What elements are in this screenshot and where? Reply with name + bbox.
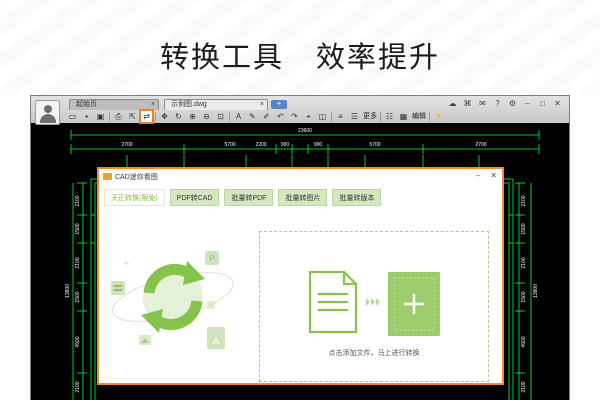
chat-icon[interactable]: ✉ — [477, 99, 488, 109]
headline-left: 转换工具 — [159, 40, 284, 74]
arrow-right-icon — [366, 298, 380, 306]
pdf-badge-icon: P — [205, 251, 219, 265]
window-controls: ☁ ⌘ ✉ ? ⚙ – □ ✕ — [447, 99, 563, 109]
app-logo-icon — [103, 173, 112, 180]
stack-icon[interactable]: ☷ — [384, 111, 395, 122]
right-dimension-label: 2100 — [521, 381, 527, 392]
left-dimension-label: 1500 — [75, 223, 81, 234]
dimension-label: 5700 — [224, 142, 235, 148]
text-icon[interactable]: A — [233, 111, 244, 122]
edit-label[interactable]: 编辑 — [412, 111, 426, 122]
print-icon[interactable]: ⎙ — [113, 111, 124, 122]
close-icon[interactable]: × — [151, 101, 155, 109]
right-overall-label: 13800 — [533, 284, 539, 298]
left-dimension-label: 2100 — [75, 257, 81, 268]
open-folder-icon[interactable]: ▭ — [67, 111, 78, 122]
share-icon[interactable]: ⌘ — [462, 99, 473, 109]
file-badge-icon — [111, 281, 125, 295]
right-dimension-label: 2100 — [521, 195, 527, 206]
tab-batch-version[interactable]: 批量转版本 — [332, 189, 382, 206]
rotate-icon[interactable]: ↻ — [173, 111, 184, 122]
left-dimension-label: 2100 — [75, 381, 81, 392]
convert-tool-icon[interactable]: ⇄ — [139, 109, 154, 124]
zoom-in-icon[interactable]: ⊕ — [187, 111, 198, 122]
zoom-window-icon[interactable]: ⊡ — [215, 111, 226, 122]
square-sparkle-icon — [207, 301, 215, 309]
right-dimension-label: 2100 — [521, 257, 527, 268]
drop-zone-hint: 点击添加文件，马上进行转换 — [328, 350, 420, 357]
document-icon — [308, 270, 358, 334]
image-badge-icon — [139, 335, 151, 345]
convert-illustration: P A + — [111, 251, 234, 349]
new-tab-button[interactable]: + — [271, 100, 287, 109]
edit-icon[interactable]: ▦ — [398, 111, 409, 122]
tab-batch-to-pdf[interactable]: 批量转PDF — [224, 189, 274, 206]
save-as-icon[interactable]: ▣ — [95, 111, 106, 122]
filter-icon[interactable]: Y — [433, 111, 444, 122]
dimension-label: 5700 — [369, 142, 380, 148]
svg-text:P: P — [209, 254, 214, 263]
tab-pdf-to-cad[interactable]: PDF转CAD — [169, 189, 220, 206]
dimension-label: 900 — [281, 142, 290, 148]
headline-right: 效率提升 — [316, 40, 441, 74]
dialog-controls: – ✕ — [476, 171, 497, 180]
cloud-icon[interactable]: ☁ — [447, 99, 458, 109]
line-icon[interactable]: ≡ — [335, 111, 346, 122]
tab-label: 示例图.dwg — [171, 101, 207, 108]
redo-icon[interactable]: ↷ — [289, 111, 300, 122]
svg-text:A: A — [213, 336, 219, 346]
help-icon[interactable]: ? — [492, 99, 503, 109]
drop-zone-graphics — [308, 270, 440, 336]
right-dimension-label: 1500 — [521, 223, 527, 234]
left-dimension-label: 2100 — [75, 195, 81, 206]
undo-icon[interactable]: ↶ — [275, 111, 286, 122]
measure-icon[interactable]: ⌖ — [303, 111, 314, 122]
file-drop-zone[interactable]: 点击添加文件，马上进行转换 — [259, 231, 489, 382]
title-bar: 起始页 × 示例图.dwg × + ☁ ⌘ ✉ ? ⚙ – □ ✕ ▭ ▪ ▣ … — [31, 96, 569, 125]
minimize-icon[interactable]: – — [522, 99, 533, 109]
left-dimension-label: 4500 — [75, 336, 81, 347]
dimension-label: 2200 — [255, 142, 266, 148]
dialog-close-icon[interactable]: ✕ — [490, 171, 497, 180]
pen-icon[interactable]: ✎ — [247, 111, 258, 122]
pan-icon[interactable]: ✥ — [159, 111, 170, 122]
tab-label: 起始页 — [76, 101, 97, 108]
convert-dialog: CAD迷你看图 – ✕ 天正转换(限免) PDF转CAD 批量转PDF 批量转图… — [97, 167, 504, 385]
right-dimension-label: 4500 — [521, 336, 527, 347]
zoom-out-icon[interactable]: ⊖ — [201, 111, 212, 122]
hero-banner: 转换工具 效率提升 — [0, 0, 600, 95]
left-overall-label: 13800 — [65, 284, 71, 298]
tab-sample-drawing[interactable]: 示例图.dwg × — [164, 99, 268, 110]
convert-tabs: 天正转换(限免) PDF转CAD 批量转PDF 批量转图片 批量转版本 — [104, 189, 382, 206]
tab-batch-to-image[interactable]: 批量转图片 — [278, 189, 328, 206]
dimension-label: 2700 — [475, 142, 486, 148]
right-dimension-label: 1500 — [521, 291, 527, 302]
export-icon[interactable]: ⇱ — [127, 111, 138, 122]
left-dimension-label: 1500 — [75, 291, 81, 302]
more-icon[interactable]: ☰ — [349, 111, 360, 122]
more-label[interactable]: 更多 — [363, 111, 377, 122]
close-window-icon[interactable]: ✕ — [552, 99, 563, 109]
tab-start-page[interactable]: 起始页 × — [69, 99, 159, 110]
layer-icon[interactable]: ◫ — [317, 111, 328, 122]
brush-icon[interactable]: ✐ — [261, 111, 272, 122]
dialog-title-bar: CAD迷你看图 — [103, 172, 158, 182]
close-icon[interactable]: × — [260, 101, 264, 109]
toolbar: ▭ ▪ ▣ ⎙ ⇱ ⇄ ✥ ↻ ⊕ ⊖ ⊡ A ✎ ✐ ↶ ↷ ⌖ ◫ ≡ ☰ … — [65, 109, 569, 124]
dialog-minimize-icon[interactable]: – — [476, 171, 480, 180]
add-file-icon — [388, 272, 440, 336]
dialog-title: CAD迷你看图 — [115, 174, 158, 181]
headline: 转换工具 效率提升 — [0, 34, 600, 76]
maximize-icon[interactable]: □ — [537, 99, 548, 109]
user-avatar[interactable] — [35, 100, 60, 125]
overall-dimension-label: 23600 — [298, 128, 312, 134]
save-icon[interactable]: ▪ — [81, 111, 92, 122]
text-file-badge-icon: A — [207, 327, 225, 349]
plus-sparkle-icon: + — [123, 258, 129, 270]
tab-tangent-convert[interactable]: 天正转换(限免) — [104, 189, 165, 206]
dimension-label: 2700 — [121, 142, 132, 148]
settings-icon[interactable]: ⚙ — [507, 99, 518, 109]
dimension-label: 900 — [314, 142, 323, 148]
